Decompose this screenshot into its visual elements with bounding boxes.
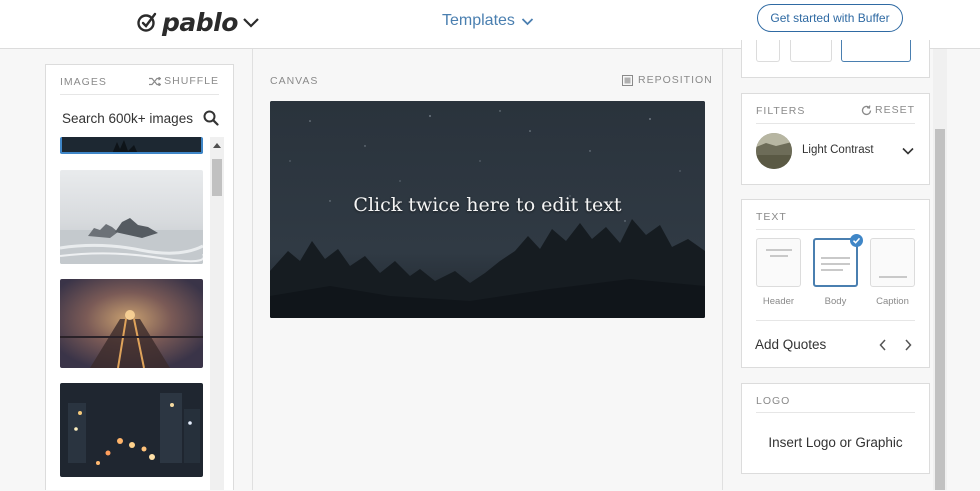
reposition-label: REPOSITION — [638, 74, 713, 86]
image-thumbnail-list[interactable] — [46, 137, 233, 491]
divider — [756, 229, 915, 230]
brand-name: pablo — [162, 8, 238, 37]
size-option[interactable] — [756, 40, 780, 62]
chevron-down-icon[interactable] — [242, 16, 260, 28]
divider — [756, 320, 915, 321]
add-quotes-label: Add Quotes — [755, 337, 826, 352]
text-style-label: Body — [813, 296, 858, 307]
size-option[interactable] — [790, 40, 832, 62]
scrollbar-thumb[interactable] — [935, 129, 945, 490]
images-scrollbar[interactable] — [210, 137, 224, 490]
shuffle-icon — [149, 77, 161, 86]
text-line — [879, 276, 907, 278]
scroll-up-arrow-icon[interactable] — [210, 137, 224, 153]
chevron-right-icon[interactable] — [904, 339, 912, 351]
templates-dropdown[interactable]: Templates — [442, 12, 534, 30]
text-panel: TEXT Header Body Caption Add Quotes — [741, 199, 930, 368]
selected-check-icon — [850, 234, 863, 247]
city-lights-image — [60, 383, 203, 477]
logo-panel: LOGO Insert Logo or Graphic — [741, 383, 930, 474]
pablo-logo[interactable]: pablo — [136, 8, 260, 36]
text-line — [821, 263, 850, 265]
text-line — [821, 269, 843, 271]
canvas-text[interactable]: Click twice here to edit text — [270, 101, 705, 318]
templates-label: Templates — [442, 12, 515, 30]
size-panel — [741, 40, 930, 78]
chevron-down-icon — [521, 17, 534, 26]
column-divider — [252, 49, 253, 490]
pablo-mark-icon — [136, 11, 158, 33]
divider — [756, 412, 915, 413]
reposition-icon — [622, 75, 633, 86]
insert-logo-button[interactable]: Insert Logo or Graphic — [742, 435, 929, 450]
text-line — [766, 249, 792, 251]
text-style-caption[interactable] — [870, 238, 915, 287]
text-style-label: Caption — [870, 296, 915, 307]
reset-label: RESET — [875, 104, 915, 116]
filters-panel: FILTERS RESET Light Contrast — [741, 93, 930, 185]
search-icon[interactable] — [203, 110, 219, 126]
images-section-label: IMAGES — [60, 76, 107, 88]
get-started-button[interactable]: Get started with Buffer — [757, 4, 903, 32]
filters-section-label: FILTERS — [756, 105, 805, 117]
divider — [756, 123, 915, 124]
image-search-input[interactable]: Search 600k+ images — [62, 111, 193, 126]
night-trees-image — [62, 137, 203, 154]
image-thumbnail[interactable] — [60, 383, 203, 477]
size-option-selected[interactable] — [841, 40, 911, 62]
image-thumbnail[interactable] — [60, 170, 203, 264]
text-style-label: Header — [756, 296, 801, 307]
chevron-left-icon[interactable] — [879, 339, 887, 351]
text-section-label: TEXT — [756, 211, 787, 223]
canvas-preview[interactable]: Click twice here to edit text — [270, 101, 705, 318]
image-thumbnail[interactable] — [60, 279, 203, 368]
foggy-sea-rocks-image — [60, 170, 203, 264]
text-line — [770, 255, 788, 257]
reset-icon — [861, 105, 872, 116]
column-divider — [722, 49, 723, 490]
shuffle-button[interactable]: SHUFFLE — [149, 75, 219, 87]
divider — [60, 94, 219, 95]
chevron-down-icon — [902, 147, 914, 155]
images-panel: IMAGES SHUFFLE Search 600k+ images — [45, 64, 234, 490]
reposition-button[interactable]: REPOSITION — [622, 74, 713, 86]
canvas-section-label: CANVAS — [270, 75, 318, 87]
filter-preview-thumbnail — [756, 133, 792, 169]
filter-dropdown[interactable]: Light Contrast — [756, 133, 916, 170]
image-thumbnail-selected[interactable] — [60, 137, 203, 154]
reset-button[interactable]: RESET — [861, 104, 915, 116]
sidebar-scrollbar[interactable] — [933, 49, 947, 490]
logo-section-label: LOGO — [756, 395, 790, 407]
shuffle-label: SHUFFLE — [164, 75, 219, 87]
selected-filter-name: Light Contrast — [802, 144, 874, 156]
text-line — [821, 257, 850, 259]
scrollbar-thumb[interactable] — [212, 159, 222, 196]
foggy-highway-image — [60, 279, 203, 368]
text-style-header[interactable] — [756, 238, 801, 287]
